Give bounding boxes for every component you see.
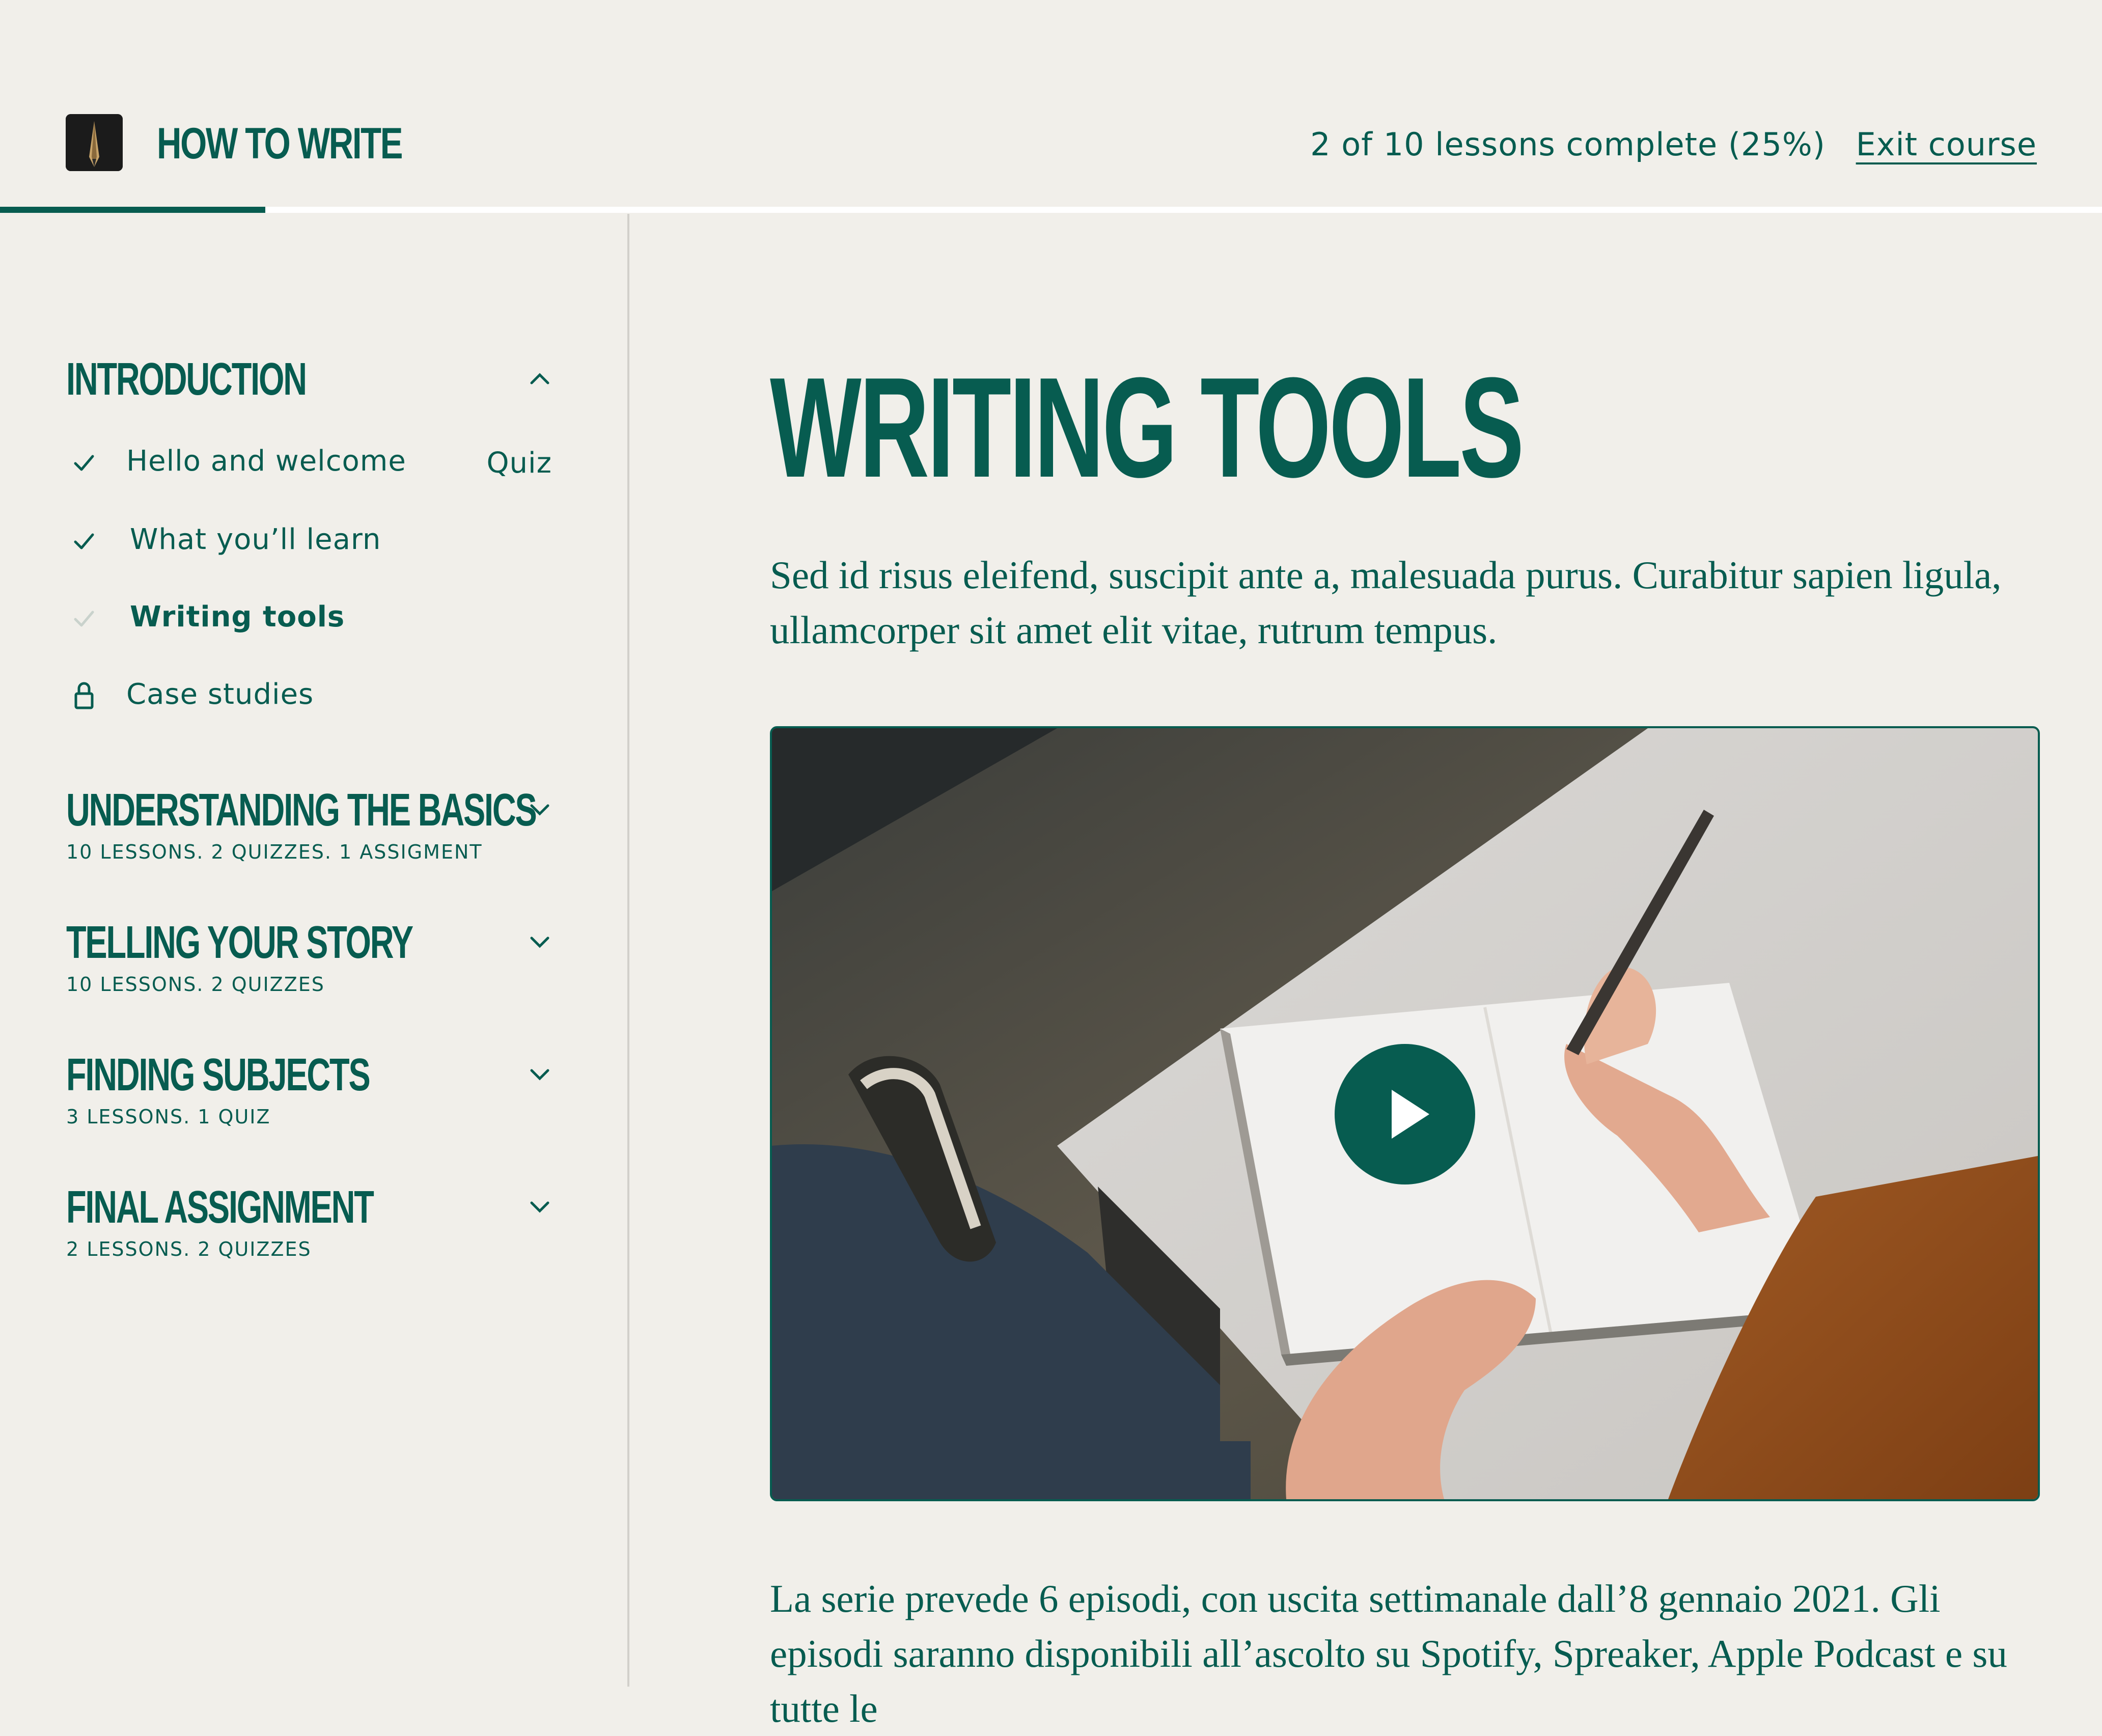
- lock-icon: [74, 682, 94, 709]
- chevron-down-icon[interactable]: [524, 1064, 555, 1085]
- section-summary: 3 LESSONS. 1 QUIZ: [66, 1106, 271, 1128]
- chevron-down-icon[interactable]: [524, 932, 555, 952]
- lesson-item-what-youll-learn[interactable]: What you’ll learn: [66, 519, 555, 560]
- play-icon: [1392, 1090, 1429, 1139]
- course-progress-fill: [0, 207, 266, 213]
- check-icon: [74, 455, 94, 471]
- play-button[interactable]: [1335, 1044, 1475, 1184]
- section-finding-subjects[interactable]: FINDING SUBJECTS 3 LESSONS. 1 QUIZ: [66, 1047, 555, 1129]
- check-icon: [74, 533, 94, 549]
- lesson-intro: Sed id risus eleifend, suscipit ante a, …: [770, 553, 2002, 652]
- chevron-up-icon[interactable]: [524, 369, 555, 389]
- section-title[interactable]: INTRODUCTION: [66, 351, 307, 407]
- lesson-title: WRITING TOOLS: [770, 348, 1524, 507]
- progress-status: 2 of 10 lessons complete (25%): [1310, 126, 1826, 163]
- quiz-tag[interactable]: Quiz: [486, 443, 552, 484]
- section-summary: 10 LESSONS. 2 QUIZZES: [66, 973, 325, 996]
- lesson-label: What you’ll learn: [130, 523, 381, 556]
- lesson-label: Hello and welcome: [126, 445, 406, 478]
- section-understanding-the-basics[interactable]: UNDERSTANDING THE BASICS 10 LESSONS. 2 Q…: [66, 782, 555, 865]
- exit-course-link[interactable]: Exit course: [1856, 123, 2037, 166]
- course-logo-icon[interactable]: [66, 114, 123, 171]
- chevron-down-icon[interactable]: [524, 800, 555, 820]
- lesson-label: Case studies: [126, 678, 314, 711]
- section-title[interactable]: FINDING SUBJECTS: [66, 1047, 371, 1103]
- section-summary: 2 LESSONS. 2 QUIZZES: [66, 1238, 312, 1260]
- lesson-label: Writing tools: [130, 600, 345, 633]
- section-title[interactable]: FINAL ASSIGNMENT: [66, 1179, 374, 1235]
- section-title[interactable]: TELLING YOUR STORY: [66, 915, 413, 971]
- course-title[interactable]: HOW TO WRITE: [157, 118, 403, 169]
- top-bar: HOW TO WRITE 2 of 10 lessons complete (2…: [0, 0, 2102, 214]
- section-introduction[interactable]: INTRODUCTION: [66, 351, 555, 407]
- lesson-video-player[interactable]: [770, 726, 2040, 1501]
- course-progress-bar: [0, 207, 2102, 213]
- section-telling-your-story[interactable]: TELLING YOUR STORY 10 LESSONS. 2 QUIZZES: [66, 915, 555, 997]
- lesson-item-writing-tools-current[interactable]: Writing tools: [66, 597, 555, 638]
- course-outline-sidebar: INTRODUCTION Hello and welcome Quiz What…: [0, 214, 629, 1687]
- lesson-body-text: La serie prevede 6 episodi, con uscita s…: [770, 1577, 2007, 1730]
- lesson-item-hello-and-welcome[interactable]: Hello and welcome Quiz: [66, 441, 555, 482]
- section-summary: 10 LESSONS. 2 QUIZZES. 1 ASSIGMENT: [66, 841, 483, 863]
- section-title[interactable]: UNDERSTANDING THE BASICS: [66, 782, 537, 838]
- section-final-assignment[interactable]: FINAL ASSIGNMENT 2 LESSONS. 2 QUIZZES: [66, 1179, 555, 1262]
- lesson-item-case-studies-locked[interactable]: Case studies: [66, 674, 555, 715]
- chevron-down-icon[interactable]: [524, 1197, 555, 1217]
- check-icon: [74, 611, 94, 627]
